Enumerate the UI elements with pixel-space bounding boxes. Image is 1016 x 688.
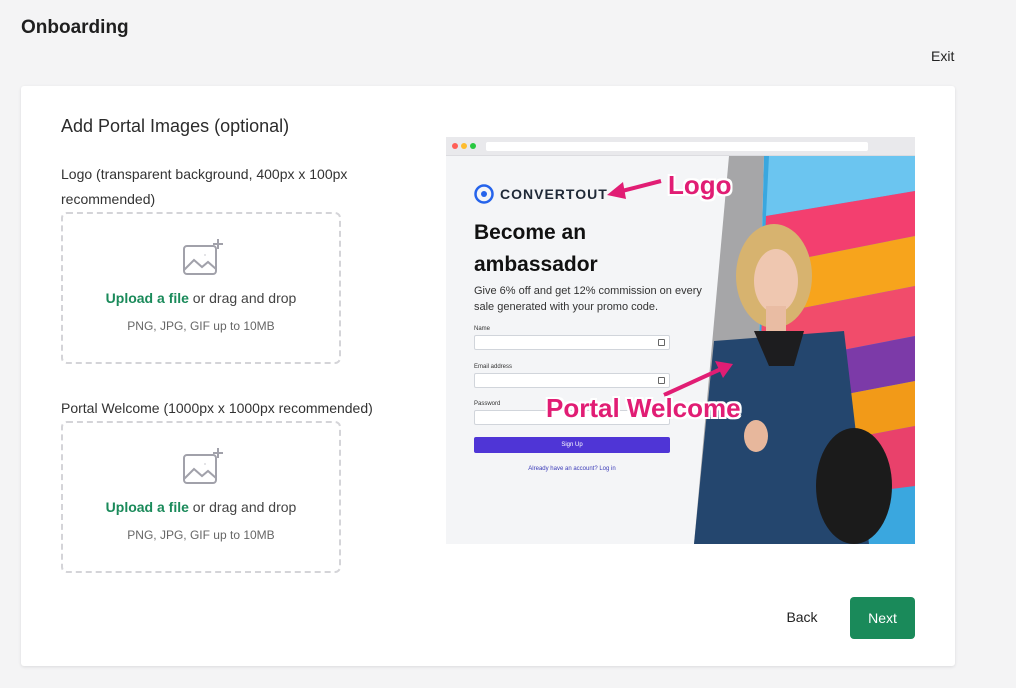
image-add-icon xyxy=(183,448,223,484)
portal-preview-image: CONVERTOUT Become an ambassador Give 6% … xyxy=(446,137,915,544)
next-button[interactable]: Next xyxy=(850,597,915,639)
annotation-logo: Logo xyxy=(668,170,732,200)
page-title: Onboarding xyxy=(21,17,129,38)
logo-upload-link[interactable]: Upload a file xyxy=(106,290,189,306)
logo-field-label: Logo (transparent background, 400px x 10… xyxy=(61,166,348,207)
logo-dropzone[interactable]: Upload a file or drag and drop PNG, JPG,… xyxy=(61,212,341,364)
annotation-portal-welcome: Portal Welcome xyxy=(546,393,741,423)
exit-link[interactable]: Exit xyxy=(931,48,954,64)
welcome-drag-text: or drag and drop xyxy=(192,499,297,515)
logo-file-hint: PNG, JPG, GIF up to 10MB xyxy=(127,319,275,333)
image-add-icon xyxy=(183,239,223,275)
onboarding-card: Add Portal Images (optional) Logo (trans… xyxy=(21,86,955,666)
welcome-dropzone[interactable]: Upload a file or drag and drop PNG, JPG,… xyxy=(61,421,341,573)
logo-drag-text: or drag and drop xyxy=(192,290,297,306)
welcome-upload-link[interactable]: Upload a file xyxy=(106,499,189,515)
welcome-field-label: Portal Welcome (1000px x 1000px recommen… xyxy=(61,400,373,416)
back-button[interactable]: Back xyxy=(778,606,826,628)
section-title: Add Portal Images (optional) xyxy=(61,116,290,136)
welcome-file-hint: PNG, JPG, GIF up to 10MB xyxy=(127,528,275,542)
